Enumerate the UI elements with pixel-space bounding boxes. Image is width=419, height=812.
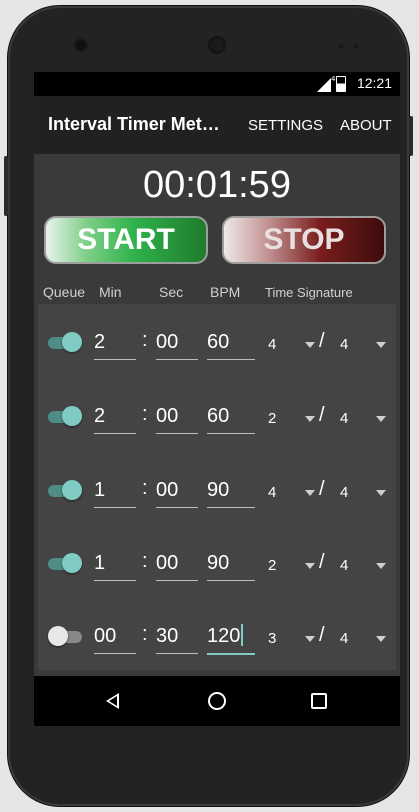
earpiece-speaker [208,36,226,54]
home-icon[interactable] [208,692,226,710]
beats-spinner[interactable]: 2 [268,557,276,574]
phone-frame: 4G 12:21 Interval Timer Met… SETTINGS AB… [4,6,413,806]
about-menu-item[interactable]: ABOUT [340,117,392,134]
interval-row: 00 : 30 120 3 / 4 [38,602,396,672]
sec-input[interactable]: 00 [156,546,198,581]
beats-dropdown-icon[interactable] [305,636,315,642]
status-bar: 4G 12:21 [34,72,400,96]
queue-toggle[interactable] [48,552,82,576]
proximity-sensor [338,43,344,49]
settings-menu-item[interactable]: SETTINGS [248,117,323,134]
volume-button [4,156,8,216]
slash-separator: / [319,330,325,352]
sec-input[interactable]: 00 [156,325,198,360]
sec-input[interactable]: 30 [156,619,198,654]
note-value-spinner[interactable]: 4 [340,336,348,353]
min-input[interactable]: 00 [94,619,136,654]
colon-separator: : [142,329,148,351]
beats-spinner[interactable]: 4 [268,336,276,353]
min-header: Min [99,284,122,300]
bpm-header: BPM [210,284,241,300]
signal-icon [317,78,331,92]
queue-toggle[interactable] [48,479,82,503]
start-button[interactable]: START [44,216,208,264]
min-input[interactable]: 2 [94,325,136,360]
bpm-input[interactable]: 90 [207,546,255,581]
sec-input[interactable]: 00 [156,399,198,434]
beats-spinner[interactable]: 4 [268,484,276,501]
sec-input[interactable]: 00 [156,473,198,508]
beats-dropdown-icon[interactable] [305,563,315,569]
front-camera [76,40,86,50]
bpm-input-focused[interactable]: 120 [207,619,255,655]
beats-spinner[interactable]: 3 [268,630,276,647]
bpm-input[interactable]: 90 [207,473,255,508]
queue-toggle[interactable] [48,405,82,429]
note-value-dropdown-icon[interactable] [376,416,386,422]
toggle-thumb [62,553,82,573]
note-value-dropdown-icon[interactable] [376,490,386,496]
time-signature-header: Time Signature [265,285,353,300]
colon-separator: : [142,550,148,572]
bpm-input[interactable]: 60 [207,399,255,434]
beats-dropdown-icon[interactable] [305,490,315,496]
back-icon[interactable] [106,693,119,709]
toggle-thumb [48,626,68,646]
battery-icon [336,76,346,92]
slash-separator: / [319,551,325,573]
note-value-spinner[interactable]: 4 [340,557,348,574]
navigation-bar [34,676,400,726]
beats-dropdown-icon[interactable] [305,416,315,422]
text-cursor [241,624,244,646]
queue-toggle[interactable] [48,625,82,649]
interval-row: 1 : 00 90 4 / 4 [38,456,396,526]
interval-list: 2 : 00 60 4 / 4 2 : 00 60 2 / 4 1: 00 9… [38,304,396,670]
interval-row: 2 : 00 60 2 / 4 [38,382,396,452]
note-value-spinner[interactable]: 4 [340,630,348,647]
queue-header: Queue [43,284,86,300]
note-value-dropdown-icon[interactable] [376,636,386,642]
power-button [409,116,413,156]
timer-display: 00:01:59 [143,164,291,206]
beats-dropdown-icon[interactable] [305,342,315,348]
colon-separator: : [142,477,148,499]
status-time: 12:21 [356,75,392,91]
note-value-dropdown-icon[interactable] [376,563,386,569]
queue-toggle[interactable] [48,331,82,355]
bpm-input[interactable]: 60 [207,325,255,360]
action-bar: Interval Timer Met… SETTINGS ABOUT [34,96,400,154]
min-input[interactable]: 1 [94,546,136,581]
colon-separator: : [142,403,148,425]
interval-row: 1 : 00 90 2 / 4 [38,529,396,599]
min-input[interactable]: 2 [94,399,136,434]
toggle-thumb [62,332,82,352]
sec-header: Sec [159,284,184,300]
recents-icon[interactable] [311,693,327,709]
note-value-spinner[interactable]: 4 [340,484,348,501]
beats-spinner[interactable]: 2 [268,410,276,427]
note-value-dropdown-icon[interactable] [376,342,386,348]
interval-row: 2 : 00 60 4 / 4 [38,308,396,378]
slash-separator: / [319,624,325,646]
light-sensor [353,43,359,49]
slash-separator: / [319,404,325,426]
bpm-input-value: 120 [207,625,241,647]
note-value-spinner[interactable]: 4 [340,410,348,427]
toggle-thumb [62,406,82,426]
min-input[interactable]: 1 [94,473,136,508]
slash-separator: / [319,478,325,500]
colon-separator: : [142,623,148,645]
stop-button[interactable]: STOP [222,216,386,264]
app-screen: 4G 12:21 Interval Timer Met… SETTINGS AB… [34,72,400,726]
toggle-thumb [62,480,82,500]
app-title: Interval Timer Met… [48,114,220,134]
